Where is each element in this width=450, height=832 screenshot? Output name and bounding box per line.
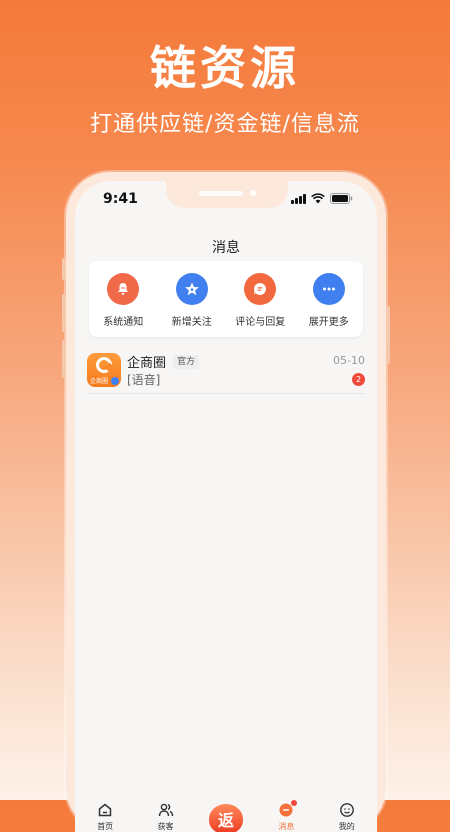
message-row[interactable]: 企商圈 企商圈 官方 [语音] 05-10 2 [87, 349, 365, 394]
comment-icon [244, 273, 277, 305]
quick-action-system-notice[interactable]: 系统通知 [91, 273, 155, 328]
verified-icon [111, 377, 119, 385]
wifi-icon [311, 193, 325, 204]
home-icon [95, 800, 115, 820]
tab-label: 我的 [338, 822, 355, 831]
tab-notification-dot [291, 800, 298, 806]
phone-screen: 9:41 消息 系统通知 新增关注 评论与回复 展开更多 企商圈 企商圈 官方 … [75, 181, 377, 832]
tab-profile[interactable]: 我的 [322, 800, 372, 832]
hero-subtitle: 打通供应链/资金链/信息流 [90, 112, 360, 137]
speaker [199, 191, 243, 196]
hero-title: 链资源 [150, 41, 300, 95]
tab-rebate[interactable]: 返 [201, 804, 251, 832]
users-icon [156, 800, 176, 820]
quick-action-comments[interactable]: 评论与回复 [228, 273, 292, 328]
tab-label: 首页 [97, 822, 114, 831]
tab-home[interactable]: 首页 [80, 800, 130, 832]
quick-action-more[interactable]: 展开更多 [297, 273, 361, 328]
rebate-icon: 返 [208, 804, 243, 832]
phone-volume-up [62, 294, 66, 332]
status-icons [291, 193, 353, 204]
page-title: 消息 [212, 240, 240, 256]
message-date: 05-10 [333, 354, 365, 367]
phone-power-button [386, 306, 390, 364]
status-time: 9:41 [103, 191, 138, 207]
message-preview: [语音] [127, 373, 161, 387]
notch [166, 181, 288, 208]
official-tag: 官方 [173, 355, 200, 369]
avatar-brand-text: 企商圈 [90, 378, 109, 385]
quick-action-label: 展开更多 [308, 317, 349, 328]
profile-icon [337, 800, 357, 820]
signal-icon [291, 193, 306, 204]
quick-action-label: 系统通知 [103, 317, 144, 328]
message-sender-name: 企商圈 [127, 356, 167, 371]
battery-icon [330, 193, 353, 204]
quick-action-new-follow[interactable]: 新增关注 [160, 273, 224, 328]
more-icon [312, 273, 345, 305]
quick-action-label: 评论与回复 [235, 317, 286, 328]
quick-action-label: 新增关注 [171, 317, 212, 328]
unread-badge: 2 [352, 373, 365, 386]
tab-label: 消息 [278, 822, 295, 831]
tab-messages[interactable]: 消息 [261, 800, 311, 832]
camera [250, 190, 256, 196]
quick-actions-card: 系统通知 新增关注 评论与回复 展开更多 [89, 261, 363, 337]
phone-mockup: 9:41 消息 系统通知 新增关注 评论与回复 展开更多 企商圈 企商圈 官方 … [62, 172, 390, 832]
bottom-tab-bar: 首页 获客 返 消息 我的 [75, 798, 377, 832]
tab-customers[interactable]: 获客 [141, 800, 191, 832]
phone-side-button [62, 258, 66, 280]
star-icon [175, 273, 208, 305]
phone-volume-down [62, 340, 66, 378]
bell-icon [107, 273, 140, 305]
tab-label: 获客 [157, 822, 174, 831]
avatar: 企商圈 [87, 353, 121, 387]
